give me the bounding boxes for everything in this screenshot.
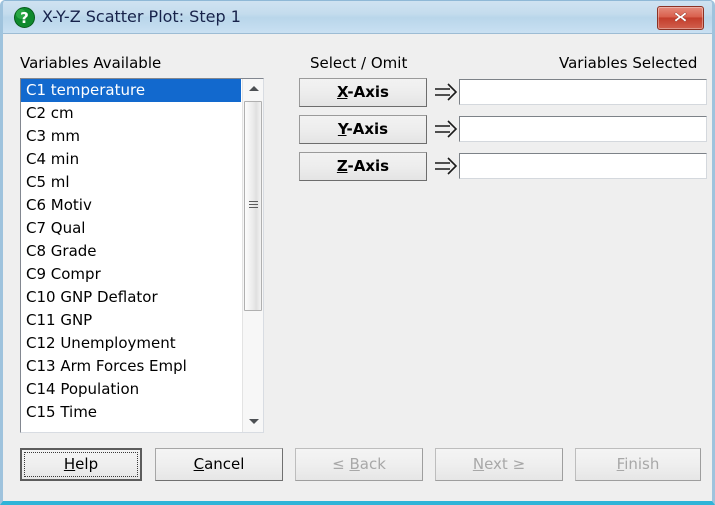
select-omit-label: Select / Omit [310, 54, 408, 72]
list-item[interactable]: C8 Grade [21, 240, 241, 263]
next-button: Next ≥ [435, 448, 563, 481]
back-button-label: ack [359, 455, 386, 473]
back-button: ≤ Back [295, 448, 423, 481]
list-item[interactable]: C11 GNP [21, 309, 241, 332]
list-item[interactable]: C7 Qual [21, 217, 241, 240]
scroll-up-button[interactable] [243, 79, 263, 99]
y-axis-button[interactable]: Y-Axis [299, 115, 427, 144]
finish-button-label: inish [624, 455, 660, 473]
cancel-button-label: ancel [204, 455, 245, 473]
window-title: X-Y-Z Scatter Plot: Step 1 [42, 7, 241, 26]
list-item[interactable]: C10 GNP Deflator [21, 286, 241, 309]
dialog-client-area: Variables Available C1 temperature C2 cm C… [3, 34, 712, 501]
z-axis-button[interactable]: Z-Axis [299, 152, 427, 181]
scroll-up-arrow-icon [248, 86, 259, 91]
close-icon [674, 11, 687, 23]
next-button-accel: N [472, 455, 485, 473]
x-axis-button-accel: X [337, 83, 348, 101]
scroll-down-button[interactable] [243, 412, 263, 432]
help-button-label: elp [75, 455, 99, 473]
double-right-arrow-icon [433, 154, 459, 179]
svg-text:?: ? [20, 9, 29, 27]
list-item[interactable]: C5 ml [21, 171, 241, 194]
close-button[interactable] [657, 6, 704, 30]
list-item[interactable]: C12 Unemployment [21, 332, 241, 355]
question-mark-icon: ? [14, 7, 35, 28]
list-item[interactable]: C9 Compr [21, 263, 241, 286]
y-axis-button-label: -Axis [346, 120, 389, 138]
list-item[interactable]: C3 mm [21, 125, 241, 148]
list-item[interactable]: C13 Arm Forces Empl [21, 355, 241, 378]
double-right-arrow-icon [433, 117, 459, 142]
y-axis-selected-input[interactable] [459, 116, 707, 142]
list-item[interactable]: C4 min [21, 148, 241, 171]
z-axis-button-label: -Axis [347, 157, 390, 175]
variables-available-label: Variables Available [20, 54, 162, 72]
x-axis-button[interactable]: X-Axis [299, 78, 427, 107]
help-button-accel: H [63, 455, 76, 473]
list-item[interactable]: C2 cm [21, 102, 241, 125]
variables-selected-label: Variables Selected [559, 54, 698, 72]
help-button[interactable]: Help [20, 448, 142, 481]
y-axis-button-accel: Y [337, 120, 347, 138]
next-button-label: ext ≥ [484, 455, 526, 473]
z-axis-selected-input[interactable] [459, 153, 707, 179]
back-button-accel: B [349, 455, 360, 473]
x-axis-button-label: -Axis [347, 83, 389, 101]
back-button-pre: ≤ [332, 455, 350, 473]
list-item[interactable]: C1 temperature [21, 79, 241, 102]
z-axis-button-accel: Z [336, 157, 348, 175]
scroll-down-arrow-icon [248, 419, 259, 424]
finish-button: Finish [575, 448, 701, 481]
variables-available-scrollbar[interactable] [242, 79, 263, 432]
list-item[interactable]: C6 Motiv [21, 194, 241, 217]
variables-available-listbox[interactable]: C1 temperature C2 cm C3 mm C4 min C5 ml C6 Mo… [20, 78, 264, 433]
list-item[interactable]: C14 Population [21, 378, 241, 401]
scrollbar-thumb-grip-icon [249, 201, 258, 211]
cancel-button-accel: C [193, 455, 205, 473]
scrollbar-thumb[interactable] [244, 101, 262, 311]
variables-available-list[interactable]: C1 temperature C2 cm C3 mm C4 min C5 ml C6 Mo… [21, 79, 241, 432]
cancel-button[interactable]: Cancel [155, 448, 283, 481]
title-bar: ? X-Y-Z Scatter Plot: Step 1 [3, 1, 712, 34]
x-axis-selected-input[interactable] [459, 79, 707, 105]
double-right-arrow-icon [433, 80, 459, 105]
dialog-window: ? X-Y-Z Scatter Plot: Step 1 Variables A… [0, 0, 715, 505]
list-item[interactable]: C15 Time [21, 401, 241, 424]
